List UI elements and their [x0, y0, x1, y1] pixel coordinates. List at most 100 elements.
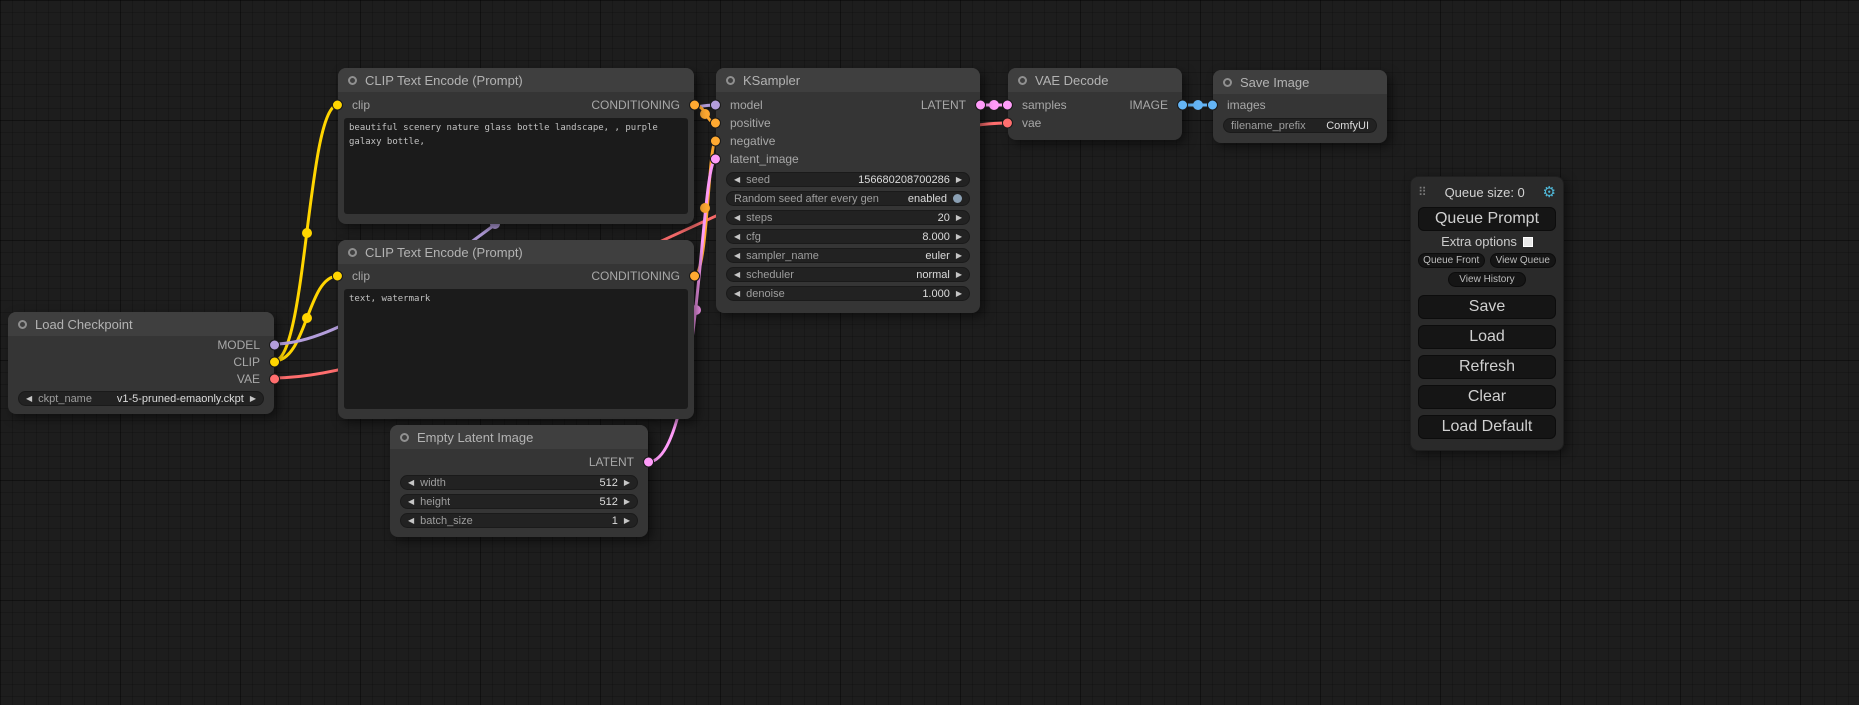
port-row: positive — [716, 114, 980, 132]
output-port-conditioning[interactable] — [689, 271, 700, 282]
widget-cfg[interactable]: ◀ cfg 8.000 ▶ — [726, 229, 970, 244]
output-port-vae[interactable] — [269, 373, 280, 384]
widget-scheduler[interactable]: ◀ scheduler normal ▶ — [726, 267, 970, 282]
input-port-samples[interactable] — [1002, 100, 1013, 111]
increment-arrow-icon[interactable]: ▶ — [250, 395, 256, 403]
widget-name: cfg — [746, 231, 761, 243]
increment-arrow-icon[interactable]: ▶ — [624, 498, 630, 506]
output-port-conditioning[interactable] — [689, 100, 700, 111]
view-history-button[interactable]: View History — [1448, 272, 1526, 287]
extra-options-checkbox[interactable] — [1523, 237, 1533, 247]
link-midpoint-dot[interactable] — [700, 109, 710, 119]
prompt-textarea[interactable]: beautiful scenery nature glass bottle la… — [344, 118, 688, 214]
link-midpoint-dot[interactable] — [700, 203, 710, 213]
input-port-clip[interactable] — [332, 271, 343, 282]
node-load-checkpoint[interactable]: Load Checkpoint MODEL CLIP VAE ◀ ckpt_na… — [8, 312, 274, 414]
widget-ckpt-name[interactable]: ◀ ckpt_name v1-5-pruned-emaonly.ckpt ▶ — [18, 391, 264, 406]
widget-batch-size[interactable]: ◀ batch_size 1 ▶ — [400, 513, 638, 528]
node-graph-canvas[interactable]: Load Checkpoint MODEL CLIP VAE ◀ ckpt_na… — [0, 0, 1859, 705]
decrement-arrow-icon[interactable]: ◀ — [734, 290, 740, 298]
increment-arrow-icon[interactable]: ▶ — [624, 517, 630, 525]
toggle-indicator-icon[interactable] — [953, 194, 962, 203]
node-title-bar[interactable]: CLIP Text Encode (Prompt) — [338, 68, 694, 92]
decrement-arrow-icon[interactable]: ◀ — [408, 479, 414, 487]
input-port-negative[interactable] — [710, 136, 721, 147]
output-label: CONDITIONING — [591, 269, 680, 283]
collapse-dot-icon[interactable] — [18, 320, 27, 329]
link-midpoint-dot[interactable] — [302, 313, 312, 323]
increment-arrow-icon[interactable]: ▶ — [956, 252, 962, 260]
increment-arrow-icon[interactable]: ▶ — [624, 479, 630, 487]
node-clip-text-encode-positive[interactable]: CLIP Text Encode (Prompt) clip CONDITION… — [338, 68, 694, 224]
decrement-arrow-icon[interactable]: ◀ — [734, 214, 740, 222]
link-midpoint-dot[interactable] — [302, 228, 312, 238]
input-port-latent-image[interactable] — [710, 154, 721, 165]
prompt-textarea[interactable]: text, watermark — [344, 289, 688, 409]
view-queue-button[interactable]: View Queue — [1490, 253, 1557, 268]
output-label: CONDITIONING — [591, 98, 680, 112]
widget-width[interactable]: ◀ width 512 ▶ — [400, 475, 638, 490]
increment-arrow-icon[interactable]: ▶ — [956, 176, 962, 184]
widget-name: height — [420, 496, 450, 508]
increment-arrow-icon[interactable]: ▶ — [956, 214, 962, 222]
input-port-clip[interactable] — [332, 100, 343, 111]
save-button[interactable]: Save — [1418, 295, 1556, 319]
decrement-arrow-icon[interactable]: ◀ — [734, 271, 740, 279]
widget-random-seed-toggle[interactable]: Random seed after every gen enabled — [726, 191, 970, 206]
increment-arrow-icon[interactable]: ▶ — [956, 290, 962, 298]
node-empty-latent-image[interactable]: Empty Latent Image LATENT ◀ width 512 ▶ … — [390, 425, 648, 537]
node-title-bar[interactable]: Save Image — [1213, 70, 1387, 94]
widget-sampler-name[interactable]: ◀ sampler_name euler ▶ — [726, 248, 970, 263]
widget-denoise[interactable]: ◀ denoise 1.000 ▶ — [726, 286, 970, 301]
widget-filename-prefix[interactable]: filename_prefix ComfyUI — [1223, 118, 1377, 133]
output-port-image[interactable] — [1177, 100, 1188, 111]
node-clip-text-encode-negative[interactable]: CLIP Text Encode (Prompt) clip CONDITION… — [338, 240, 694, 419]
link-midpoint-dot[interactable] — [989, 100, 999, 110]
queue-prompt-button[interactable]: Queue Prompt — [1418, 207, 1556, 231]
decrement-arrow-icon[interactable]: ◀ — [734, 176, 740, 184]
input-port-positive[interactable] — [710, 118, 721, 129]
increment-arrow-icon[interactable]: ▶ — [956, 271, 962, 279]
widget-seed[interactable]: ◀ seed 156680208700286 ▶ — [726, 172, 970, 187]
output-port-model[interactable] — [269, 339, 280, 350]
output-port-latent[interactable] — [643, 457, 654, 468]
node-save-image[interactable]: Save Image images filename_prefix ComfyU… — [1213, 70, 1387, 143]
collapse-dot-icon[interactable] — [1223, 78, 1232, 87]
node-title-bar[interactable]: Load Checkpoint — [8, 312, 274, 336]
input-port-images[interactable] — [1207, 100, 1218, 111]
input-port-model[interactable] — [710, 100, 721, 111]
node-title-bar[interactable]: CLIP Text Encode (Prompt) — [338, 240, 694, 264]
widget-value: ComfyUI — [1326, 120, 1369, 132]
collapse-dot-icon[interactable] — [348, 248, 357, 257]
increment-arrow-icon[interactable]: ▶ — [956, 233, 962, 241]
output-port-clip[interactable] — [269, 356, 280, 367]
widget-height[interactable]: ◀ height 512 ▶ — [400, 494, 638, 509]
node-title-bar[interactable]: KSampler — [716, 68, 980, 92]
decrement-arrow-icon[interactable]: ◀ — [408, 498, 414, 506]
queue-front-button[interactable]: Queue Front — [1418, 253, 1485, 268]
collapse-dot-icon[interactable] — [348, 76, 357, 85]
settings-gear-icon[interactable]: ⚙ — [1543, 185, 1556, 200]
load-button[interactable]: Load — [1418, 325, 1556, 349]
collapse-dot-icon[interactable] — [400, 433, 409, 442]
decrement-arrow-icon[interactable]: ◀ — [734, 233, 740, 241]
input-port-vae[interactable] — [1002, 118, 1013, 129]
clear-button[interactable]: Clear — [1418, 385, 1556, 409]
load-default-button[interactable]: Load Default — [1418, 415, 1556, 439]
output-port-latent[interactable] — [975, 100, 986, 111]
input-label: images — [1227, 98, 1266, 112]
decrement-arrow-icon[interactable]: ◀ — [408, 517, 414, 525]
refresh-button[interactable]: Refresh — [1418, 355, 1556, 379]
node-vae-decode[interactable]: VAE Decode samples IMAGE vae — [1008, 68, 1182, 140]
link-midpoint-dot[interactable] — [1193, 100, 1203, 110]
collapse-dot-icon[interactable] — [1018, 76, 1027, 85]
node-title-bar[interactable]: VAE Decode — [1008, 68, 1182, 92]
collapse-dot-icon[interactable] — [726, 76, 735, 85]
widget-name: batch_size — [420, 515, 473, 527]
drag-handle-icon[interactable]: ⠿ — [1418, 185, 1427, 199]
decrement-arrow-icon[interactable]: ◀ — [734, 252, 740, 260]
widget-steps[interactable]: ◀ steps 20 ▶ — [726, 210, 970, 225]
node-title-bar[interactable]: Empty Latent Image — [390, 425, 648, 449]
decrement-arrow-icon[interactable]: ◀ — [26, 395, 32, 403]
node-ksampler[interactable]: KSampler model LATENT positive negative … — [716, 68, 980, 313]
